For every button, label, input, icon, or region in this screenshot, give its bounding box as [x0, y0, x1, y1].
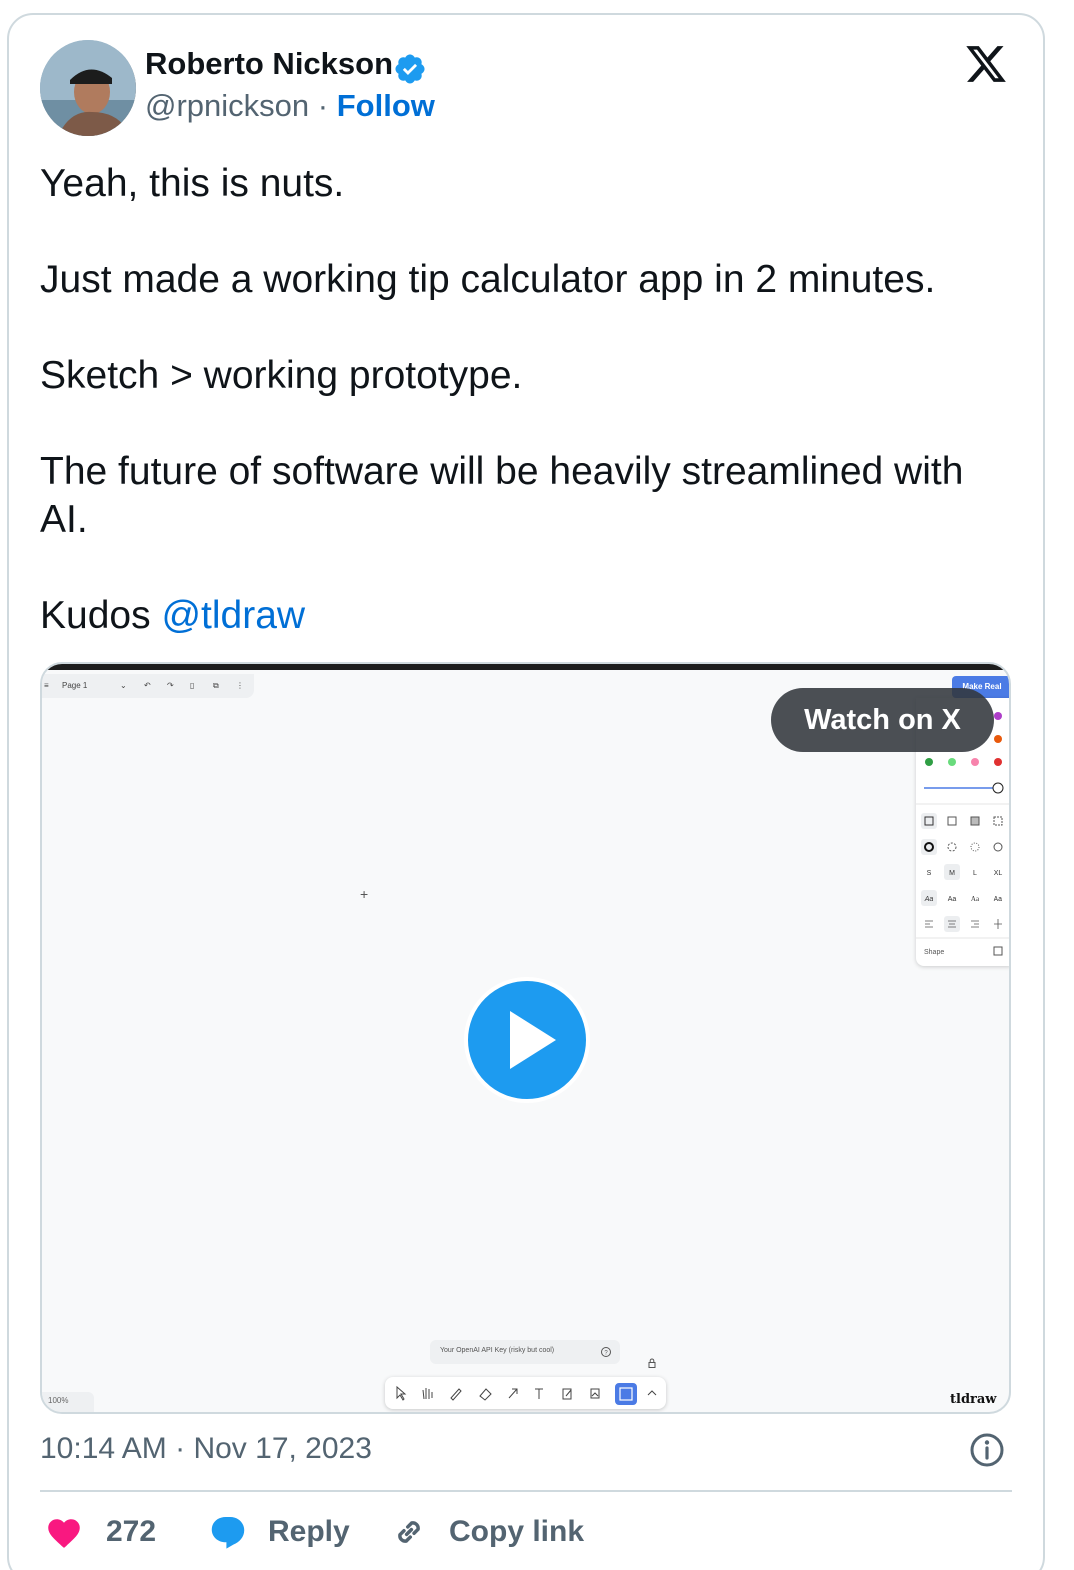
tweet-text: Yeah, this is nuts. Just made a working …	[40, 160, 1000, 640]
tweet-line-1: Yeah, this is nuts.	[40, 162, 345, 205]
reply-bubble-icon	[211, 1516, 245, 1549]
rectangle-tool-selected	[615, 1383, 637, 1405]
size-xl: XL	[994, 870, 1003, 877]
video-top-border	[42, 664, 1009, 670]
shape-label: Shape	[924, 949, 944, 956]
image-tool-icon	[590, 1388, 600, 1399]
size-m: M	[949, 870, 955, 877]
like-count: 272	[106, 1515, 157, 1548]
tweet-line-3: Sketch > working prototype.	[40, 354, 523, 397]
author-name[interactable]: Roberto Nickson	[145, 46, 393, 82]
more-icon: ⋮	[236, 681, 244, 690]
x-logo-icon[interactable]	[963, 42, 1009, 86]
select-tool-icon	[396, 1385, 407, 1401]
swatch-violet	[994, 712, 1002, 720]
play-button[interactable]	[464, 977, 590, 1103]
font-sans: Aa	[948, 896, 957, 903]
menu-icon: ≡	[44, 681, 49, 690]
font-serif: Aa	[971, 895, 980, 903]
handle-row: @rpnickson · Follow	[145, 88, 435, 124]
tweet-line-5: Kudos @tldraw	[40, 592, 1000, 640]
mention-link[interactable]: @tldraw	[161, 594, 305, 637]
font-draw: Aa	[924, 896, 934, 903]
avatar[interactable]	[40, 40, 136, 136]
avatar-photo	[40, 40, 136, 136]
swatch-pink	[971, 758, 979, 766]
tweet-line-2: Just made a working tip calculator app i…	[40, 258, 936, 301]
separator-dot: ·	[317, 88, 329, 123]
undo-icon: ↶	[144, 681, 151, 690]
tldraw-toolbar	[385, 1377, 666, 1409]
author-handle[interactable]: @rpnickson	[145, 88, 309, 123]
tweet-date: Nov 17, 2023	[193, 1432, 372, 1465]
like-button[interactable]: 272	[46, 1512, 156, 1552]
crosshair-cursor-icon: +	[360, 886, 369, 902]
zoom-level: 100%	[42, 1392, 94, 1412]
text-tool-icon	[535, 1388, 543, 1399]
copy-link-button[interactable]: Copy link	[390, 1512, 584, 1552]
hand-tool-icon	[422, 1388, 433, 1400]
api-key-input: Your OpenAI API Key (risky but cool)	[430, 1340, 620, 1364]
redo-icon: ↷	[167, 681, 174, 690]
reply-label: Reply	[268, 1515, 350, 1548]
help-icon: ?	[601, 1347, 611, 1357]
swatch-light-green	[948, 758, 956, 766]
swatch-red	[994, 758, 1002, 766]
tldraw-page-menu: ≡ Page 1 ⌄ ↶ ↷ ▯ ⧉ ⋮	[42, 674, 254, 698]
verified-badge-icon	[395, 54, 425, 84]
play-icon	[510, 1011, 556, 1069]
follow-button[interactable]: Follow	[337, 88, 435, 123]
draw-tool-icon	[450, 1388, 462, 1401]
copy-link-label: Copy link	[449, 1515, 585, 1548]
link-icon	[398, 1521, 420, 1543]
kudos-text: Kudos	[40, 594, 151, 637]
size-s: S	[927, 870, 932, 877]
font-mono: Aa	[994, 896, 1002, 904]
reply-button[interactable]: Reply	[208, 1512, 350, 1552]
info-icon[interactable]	[969, 1432, 1005, 1468]
tweet-time: 10:14 AM	[40, 1432, 167, 1465]
swatch-green	[925, 758, 933, 766]
watch-on-x-button[interactable]: Watch on X	[771, 688, 994, 752]
divider	[40, 1490, 1012, 1492]
eraser-tool-icon	[479, 1388, 492, 1401]
arrow-tool-icon	[508, 1388, 518, 1399]
tweet-line-4: The future of software will be heavily s…	[40, 450, 964, 541]
tldraw-watermark: tldraw	[950, 1392, 997, 1407]
timestamp[interactable]: 10:14 AM · Nov 17, 2023	[40, 1432, 372, 1466]
chevron-up-icon	[647, 1390, 657, 1396]
video-preview[interactable]: ≡ Page 1 ⌄ ↶ ↷ ▯ ⧉ ⋮ Make Real S M L XL	[40, 662, 1011, 1414]
note-tool-icon	[562, 1388, 572, 1400]
page-label: Page 1	[62, 681, 88, 690]
size-l: L	[973, 870, 977, 877]
duplicate-icon: ⧉	[213, 681, 219, 690]
swatch-orange	[994, 735, 1002, 743]
svg-text:?: ?	[604, 1351, 608, 1357]
separator-dot: ·	[175, 1432, 186, 1465]
heart-icon	[48, 1519, 80, 1548]
trash-icon: ▯	[190, 681, 195, 690]
lock-icon	[648, 1358, 656, 1368]
chevron-down-icon: ⌄	[120, 681, 127, 690]
